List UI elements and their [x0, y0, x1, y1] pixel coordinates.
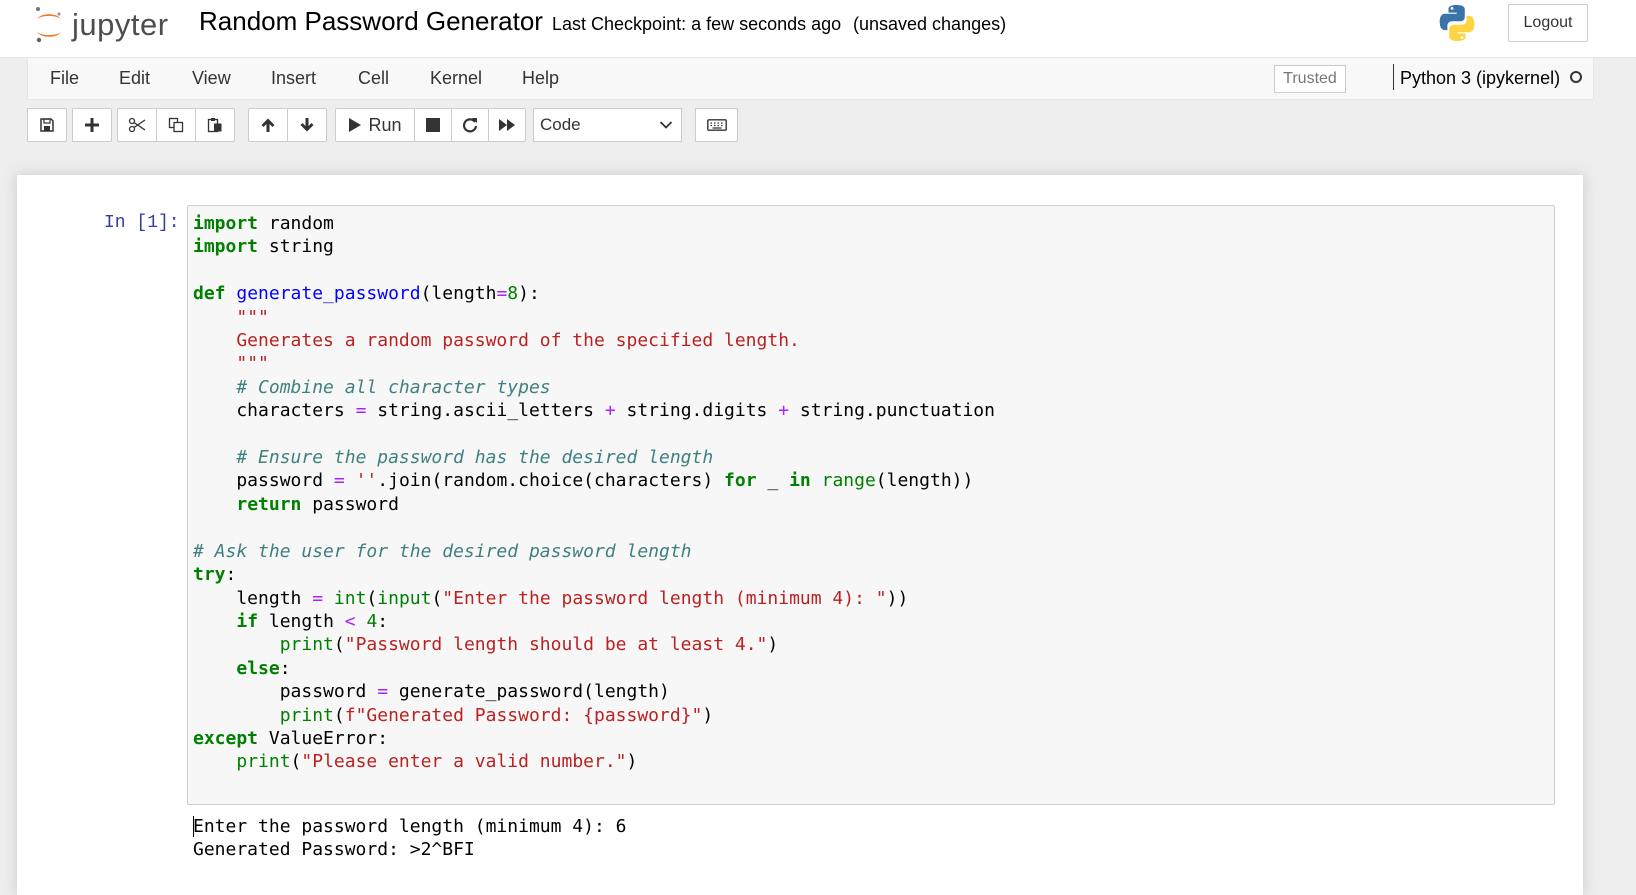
chevron-down-icon	[659, 121, 673, 129]
plus-icon	[85, 118, 99, 132]
menubar: File Edit View Insert Cell Kernel Help T…	[27, 57, 1594, 100]
command-palette-button[interactable]	[695, 108, 738, 142]
input-prompt: In [1]:	[104, 213, 180, 233]
code-editor[interactable]: import random import string def generate…	[193, 212, 995, 774]
cut-button[interactable]	[117, 108, 157, 142]
fast-forward-icon	[499, 119, 515, 131]
menu-help[interactable]: Help	[522, 68, 559, 89]
move-up-button[interactable]	[248, 108, 288, 142]
interrupt-button[interactable]	[414, 108, 452, 142]
logout-button[interactable]: Logout	[1508, 4, 1588, 42]
toolbar-save-group	[27, 108, 67, 142]
jupyter-logo-icon	[36, 7, 61, 43]
jupyter-logo[interactable]: jupyter	[34, 5, 169, 45]
autosave-status: (unsaved changes)	[853, 14, 1007, 34]
kernel-name[interactable]: Python 3 (ipykernel)	[1400, 68, 1560, 89]
menu-edit[interactable]: Edit	[119, 68, 150, 89]
play-icon	[349, 118, 362, 132]
insert-cell-button[interactable]	[72, 108, 112, 142]
header: jupyter Random Password Generator Last C…	[0, 0, 1636, 58]
toolbar-keyboard-group	[695, 108, 738, 142]
save-icon	[40, 118, 54, 132]
restart-run-all-button[interactable]	[488, 108, 526, 142]
kernel-idle-indicator-icon	[1570, 71, 1582, 83]
copy-icon	[168, 117, 184, 133]
trusted-badge[interactable]: Trusted	[1274, 65, 1346, 93]
cell-output: Enter the password length (minimum 4): 6…	[193, 816, 627, 860]
toolbar-move-group	[248, 108, 327, 142]
arrow-down-icon	[300, 118, 314, 132]
cell-type-value: Code	[540, 115, 581, 134]
toolbar-run-group: Run	[335, 108, 526, 142]
restart-icon	[462, 118, 478, 133]
copy-button[interactable]	[156, 108, 196, 142]
paste-button[interactable]	[195, 108, 235, 142]
restart-kernel-button[interactable]	[451, 108, 489, 142]
menu-insert[interactable]: Insert	[271, 68, 316, 89]
toolbar-insert-group	[72, 108, 112, 142]
stop-icon	[426, 118, 440, 132]
arrow-up-icon	[261, 118, 275, 132]
checkpoint-status: Last Checkpoint: a few seconds ago	[552, 14, 842, 34]
menu-kernel[interactable]: Kernel	[430, 68, 482, 89]
keyboard-icon	[706, 119, 727, 131]
save-button[interactable]	[27, 108, 67, 142]
menu-file[interactable]: File	[50, 68, 79, 89]
move-down-button[interactable]	[287, 108, 327, 142]
logo-text: jupyter	[72, 7, 169, 42]
python-logo-icon	[1439, 5, 1475, 42]
kernel-divider	[1393, 64, 1394, 90]
cell-type-select[interactable]: Code	[533, 108, 682, 142]
notebook-name[interactable]: Random Password Generator	[199, 6, 543, 37]
scissors-icon	[128, 117, 146, 133]
menu-view[interactable]: View	[192, 68, 231, 89]
menu-cell[interactable]: Cell	[358, 68, 389, 89]
paste-icon	[207, 118, 222, 133]
toolbar-edit-group	[117, 108, 235, 142]
run-button[interactable]: Run	[335, 108, 415, 142]
run-label: Run	[368, 114, 402, 135]
text-cursor	[193, 816, 194, 837]
